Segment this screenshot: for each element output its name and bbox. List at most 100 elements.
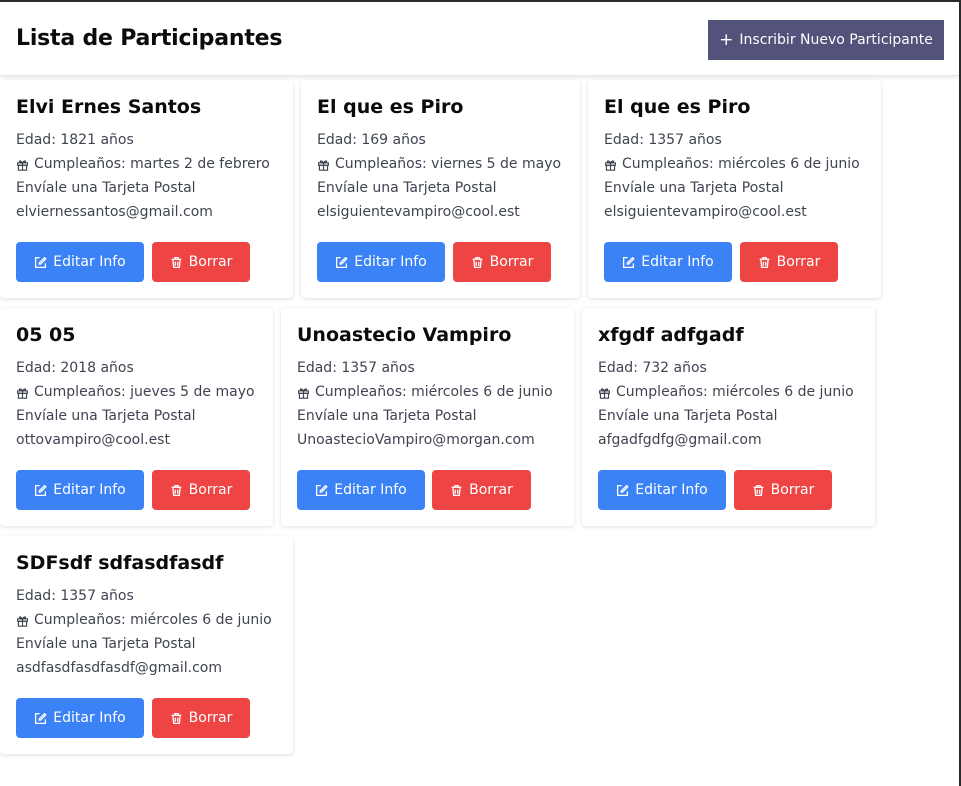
delete-button[interactable]: Borrar xyxy=(740,242,838,282)
participant-birthday-text: Cumpleaños: miércoles 6 de junio xyxy=(34,612,272,628)
participant-email: elsiguientevampiro@cool.est xyxy=(317,204,520,220)
edit-info-label: Editar Info xyxy=(53,254,126,270)
gift-icon xyxy=(17,387,28,399)
edit-info-button[interactable]: Editar Info xyxy=(16,698,144,738)
participant-birthday: Cumpleaños: viernes 5 de mayo xyxy=(317,156,561,172)
page-title: Lista de Participantes xyxy=(16,26,283,51)
page-header: Lista de Participantes + Inscribir Nuevo… xyxy=(0,2,959,76)
participant-age: Edad: 1357 años xyxy=(16,588,134,604)
participant-birthday: Cumpleaños: martes 2 de febrero xyxy=(16,156,270,172)
trash-icon xyxy=(451,484,462,496)
participant-age: Edad: 1357 años xyxy=(604,132,722,148)
edit-icon xyxy=(623,256,635,268)
app-window: Lista de Participantes + Inscribir Nuevo… xyxy=(0,0,961,786)
participant-card: xfgdf adfgadf Edad: 732 años Cumpleaños:… xyxy=(582,308,875,526)
edit-icon xyxy=(617,484,629,496)
delete-button[interactable]: Borrar xyxy=(432,470,531,510)
delete-label: Borrar xyxy=(770,482,815,498)
trash-icon xyxy=(753,484,763,496)
postcard-link[interactable]: Envíale una Tarjeta Postal xyxy=(16,408,196,424)
edit-info-button[interactable]: Editar Info xyxy=(297,470,425,510)
edit-icon xyxy=(316,484,328,496)
participant-name: Unoastecio Vampiro xyxy=(297,324,512,346)
participant-name: SDFsdf sdfasdfasdf xyxy=(16,552,224,574)
participant-name: xfgdf adfgadf xyxy=(598,324,744,346)
postcard-link[interactable]: Envíale una Tarjeta Postal xyxy=(16,636,196,652)
gift-icon xyxy=(17,615,28,627)
delete-label: Borrar xyxy=(188,254,233,270)
edit-info-label: Editar Info xyxy=(641,254,714,270)
participant-birthday: Cumpleaños: miércoles 6 de junio xyxy=(16,612,272,628)
edit-info-button[interactable]: Editar Info xyxy=(16,470,144,510)
participant-name: El que es Piro xyxy=(604,96,751,118)
participant-name: 05 05 xyxy=(16,324,76,346)
edit-info-label: Editar Info xyxy=(53,710,126,726)
trash-icon xyxy=(171,484,181,496)
edit-info-button[interactable]: Editar Info xyxy=(317,242,445,282)
participant-name: El que es Piro xyxy=(317,96,464,118)
postcard-link[interactable]: Envíale una Tarjeta Postal xyxy=(297,408,477,424)
participant-age: Edad: 1357 años xyxy=(297,360,415,376)
participant-birthday-text: Cumpleaños: jueves 5 de mayo xyxy=(34,384,255,400)
postcard-link[interactable]: Envíale una Tarjeta Postal xyxy=(604,180,784,196)
trash-icon xyxy=(171,712,181,724)
participant-card: El que es Piro Edad: 169 años Cumpleaños… xyxy=(301,80,580,298)
edit-info-button[interactable]: Editar Info xyxy=(604,242,732,282)
participant-email: ottovampiro@cool.est xyxy=(16,432,170,448)
gift-icon xyxy=(298,387,309,399)
edit-info-button[interactable]: Editar Info xyxy=(16,242,144,282)
postcard-link[interactable]: Envíale una Tarjeta Postal xyxy=(317,180,497,196)
participant-birthday-text: Cumpleaños: martes 2 de febrero xyxy=(34,156,270,172)
postcard-link[interactable]: Envíale una Tarjeta Postal xyxy=(598,408,778,424)
delete-label: Borrar xyxy=(188,482,233,498)
edit-icon xyxy=(35,712,47,724)
participant-email: afgadfgdfg@gmail.com xyxy=(598,432,762,448)
edit-info-label: Editar Info xyxy=(334,482,407,498)
edit-icon xyxy=(35,484,47,496)
participant-email: UnoastecioVampiro@morgan.com xyxy=(297,432,535,448)
delete-button[interactable]: Borrar xyxy=(152,242,250,282)
participant-card: SDFsdf sdfasdfasdf Edad: 1357 años Cumpl… xyxy=(0,536,293,754)
participant-card: 05 05 Edad: 2018 años Cumpleaños: jueves… xyxy=(0,308,273,526)
participant-birthday: Cumpleaños: miércoles 6 de junio xyxy=(604,156,860,172)
trash-icon xyxy=(759,256,769,268)
delete-label: Borrar xyxy=(188,710,233,726)
participant-card: Elvi Ernes Santos Edad: 1821 años Cumple… xyxy=(0,80,293,298)
delete-label: Borrar xyxy=(776,254,821,270)
plus-icon: + xyxy=(719,29,734,50)
delete-label: Borrar xyxy=(489,254,534,270)
delete-label: Borrar xyxy=(469,482,513,498)
participant-email: elviernessantos@gmail.com xyxy=(16,204,213,220)
participant-birthday-text: Cumpleaños: miércoles 6 de junio xyxy=(622,156,860,172)
participant-name: Elvi Ernes Santos xyxy=(16,96,202,118)
delete-button[interactable]: Borrar xyxy=(734,470,832,510)
gift-icon xyxy=(599,387,610,399)
participant-birthday-text: Cumpleaños: miércoles 6 de junio xyxy=(616,384,854,400)
gift-icon xyxy=(318,159,329,171)
participant-age: Edad: 2018 años xyxy=(16,360,134,376)
delete-button[interactable]: Borrar xyxy=(453,242,551,282)
trash-icon xyxy=(171,256,181,268)
participant-card: El que es Piro Edad: 1357 años Cumpleaño… xyxy=(588,80,881,298)
delete-button[interactable]: Borrar xyxy=(152,698,250,738)
participant-birthday: Cumpleaños: miércoles 6 de junio xyxy=(297,384,553,400)
participant-email: elsiguientevampiro@cool.est xyxy=(604,204,807,220)
participant-email: asdfasdfasdfasdf@gmail.com xyxy=(16,660,222,676)
participant-birthday-text: Cumpleaños: miércoles 6 de junio xyxy=(315,384,553,400)
add-participant-button[interactable]: + Inscribir Nuevo Participante xyxy=(708,20,944,60)
participant-birthday: Cumpleaños: jueves 5 de mayo xyxy=(16,384,255,400)
gift-icon xyxy=(17,159,28,171)
participant-age: Edad: 1821 años xyxy=(16,132,134,148)
delete-button[interactable]: Borrar xyxy=(152,470,250,510)
participant-birthday: Cumpleaños: miércoles 6 de junio xyxy=(598,384,854,400)
edit-icon xyxy=(336,256,348,268)
participant-birthday-text: Cumpleaños: viernes 5 de mayo xyxy=(335,156,562,172)
trash-icon xyxy=(472,256,482,268)
edit-info-label: Editar Info xyxy=(635,482,708,498)
edit-icon xyxy=(35,256,47,268)
edit-info-button[interactable]: Editar Info xyxy=(598,470,726,510)
edit-info-label: Editar Info xyxy=(354,254,427,270)
edit-info-label: Editar Info xyxy=(53,482,126,498)
add-participant-label: Inscribir Nuevo Participante xyxy=(739,32,933,48)
postcard-link[interactable]: Envíale una Tarjeta Postal xyxy=(16,180,196,196)
